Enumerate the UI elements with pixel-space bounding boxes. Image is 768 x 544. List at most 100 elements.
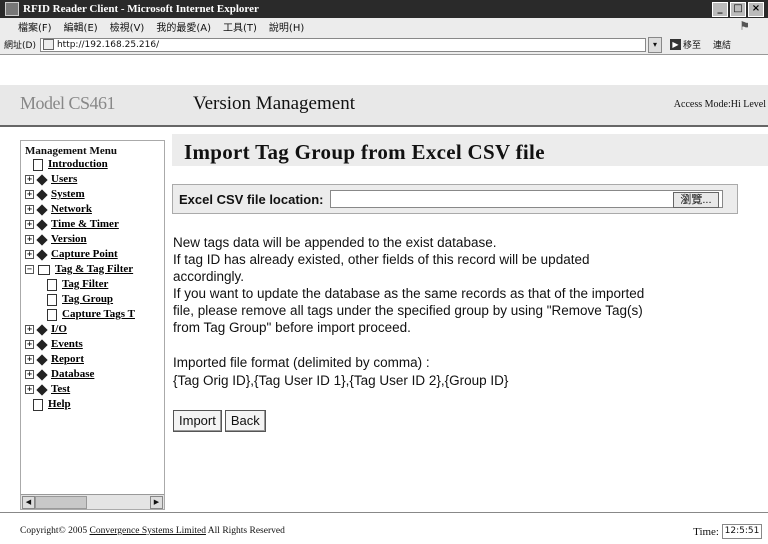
menu-link[interactable]: Capture Point (51, 247, 118, 262)
window-controls: _ □ × (712, 2, 764, 17)
book-icon (36, 173, 48, 186)
back-button[interactable]: Back (224, 410, 266, 432)
expand-icon[interactable]: + (25, 220, 34, 229)
expand-icon[interactable]: + (25, 250, 34, 259)
menu-edit[interactable]: 編輯(E) (64, 19, 98, 34)
book-icon (36, 233, 48, 246)
menu-item-introduction[interactable]: Introduction (21, 157, 164, 172)
page-header: Model CS461 Version Management Access Mo… (0, 85, 768, 127)
menu-item-events[interactable]: + Events (21, 337, 164, 352)
sidebar-horizontal-scrollbar[interactable]: ◀ ▶ (21, 494, 164, 509)
menu-link[interactable]: Capture Tags T (62, 307, 135, 322)
expand-icon[interactable]: + (25, 190, 34, 199)
menu-link[interactable]: Introduction (48, 157, 108, 172)
window-title-bar: RFID Reader Client - Microsoft Internet … (0, 0, 768, 18)
menu-link[interactable]: Time & Timer (51, 217, 119, 232)
collapse-icon[interactable]: − (25, 265, 34, 274)
copyright-prefix: Copyright© 2005 (20, 526, 90, 536)
file-format-info: Imported file format (delimited by comma… (173, 354, 733, 390)
file-location-input[interactable]: 瀏覽... (329, 190, 723, 208)
book-icon (36, 323, 48, 336)
menu-item-users[interactable]: + Users (21, 172, 164, 187)
menu-link[interactable]: Tag & Tag Filter (55, 262, 133, 277)
expand-icon[interactable]: + (25, 385, 34, 394)
menu-tools[interactable]: 工具(T) (223, 19, 257, 34)
management-menu: Management Menu Introduction + Users + Sys… (20, 140, 165, 510)
book-icon (36, 353, 48, 366)
menu-link[interactable]: Version (51, 232, 87, 247)
menu-link[interactable]: Tag Group (62, 292, 113, 307)
expand-icon[interactable]: + (25, 205, 34, 214)
instruction-line: New tags data will be appended to the ex… (173, 235, 497, 250)
open-folder-icon (38, 264, 50, 275)
import-button[interactable]: Import (173, 410, 222, 432)
expand-icon[interactable]: + (25, 325, 34, 334)
copyright: Copyright© 2005 Convergence Systems Limi… (20, 526, 285, 536)
menu-item-network[interactable]: + Network (21, 202, 164, 217)
menu-link[interactable]: Report (51, 352, 84, 367)
minimize-icon[interactable]: _ (712, 2, 728, 17)
menu-item-system[interactable]: + System (21, 187, 164, 202)
close-icon[interactable]: × (748, 2, 764, 17)
footer-divider (0, 512, 768, 513)
company-link[interactable]: Convergence Systems Limited (90, 526, 206, 536)
scroll-thumb[interactable] (35, 496, 87, 509)
menu-item-database[interactable]: + Database (21, 367, 164, 382)
menu-item-time-timer[interactable]: + Time & Timer (21, 217, 164, 232)
menu-item-capture-tags[interactable]: Capture Tags T (21, 307, 164, 322)
format-label: Imported file format (delimited by comma… (173, 355, 430, 370)
menu-link[interactable]: Network (51, 202, 92, 217)
menu-item-tag-group[interactable]: Tag Group (21, 292, 164, 307)
menu-help[interactable]: 說明(H) (269, 19, 304, 34)
menu-link[interactable]: Database (51, 367, 94, 382)
menu-item-capture-point[interactable]: + Capture Point (21, 247, 164, 262)
links-button[interactable]: 連結 (713, 38, 731, 51)
menu-link[interactable]: System (51, 187, 85, 202)
menu-item-help[interactable]: Help (21, 397, 164, 412)
menu-tree: Introduction + Users + System + Network + Ti… (21, 157, 164, 412)
maximize-icon[interactable]: □ (730, 2, 746, 17)
copyright-suffix: All Rights Reserved (205, 526, 285, 536)
go-button[interactable]: ▶ 移至 (669, 38, 701, 51)
browse-button[interactable]: 瀏覽... (673, 192, 719, 208)
page-icon (47, 278, 57, 291)
menu-link[interactable]: Tag Filter (62, 277, 108, 292)
expand-icon[interactable]: + (25, 370, 34, 379)
menu-link[interactable]: I/O (51, 322, 67, 337)
address-label: 網址(D) (4, 41, 36, 51)
menu-file[interactable]: 檔案(F) (18, 19, 52, 34)
page-title: Import Tag Group from Excel CSV file (172, 134, 768, 166)
file-location-label: Excel CSV file location: (179, 191, 324, 207)
page-icon (33, 398, 43, 411)
menu-favorites[interactable]: 我的最愛(A) (156, 19, 211, 34)
address-input[interactable]: http://192.168.25.216/ (39, 37, 646, 52)
menu-item-tag-filter[interactable]: Tag Filter (21, 277, 164, 292)
menu-item-version[interactable]: + Version (21, 232, 164, 247)
menu-item-tag-filter-folder[interactable]: − Tag & Tag Filter (21, 262, 164, 277)
expand-icon[interactable]: + (25, 175, 34, 184)
import-instructions: New tags data will be appended to the ex… (173, 234, 733, 336)
book-icon (36, 188, 48, 201)
menu-item-io[interactable]: + I/O (21, 322, 164, 337)
browser-menu-bar: 檔案(F) 編輯(E) 檢視(V) 我的最愛(A) 工具(T) 說明(H) ⚑ (0, 18, 768, 35)
address-bar: 網址(D) http://192.168.25.216/ ▾ ▶ 移至 連結 (0, 35, 768, 55)
expand-icon[interactable]: + (25, 235, 34, 244)
page-icon (42, 39, 54, 50)
menu-link[interactable]: Events (51, 337, 83, 352)
menu-view[interactable]: 檢視(V) (110, 19, 145, 34)
scroll-left-icon[interactable]: ◀ (22, 496, 35, 509)
scroll-right-icon[interactable]: ▶ (150, 496, 163, 509)
menu-item-report[interactable]: + Report (21, 352, 164, 367)
menu-link[interactable]: Help (48, 397, 71, 412)
menu-item-test[interactable]: + Test (21, 382, 164, 397)
expand-icon[interactable]: + (25, 355, 34, 364)
page-icon (47, 308, 57, 321)
menu-link[interactable]: Users (51, 172, 77, 187)
expand-icon[interactable]: + (25, 340, 34, 349)
access-mode: Access Mode:Hi Level (673, 99, 766, 110)
address-url: http://192.168.25.216/ (56, 39, 160, 50)
instruction-line: file, please remove all tags under the s… (173, 303, 643, 318)
menu-link[interactable]: Test (51, 382, 70, 397)
address-dropdown-icon[interactable]: ▾ (647, 36, 662, 53)
book-icon (36, 383, 48, 396)
